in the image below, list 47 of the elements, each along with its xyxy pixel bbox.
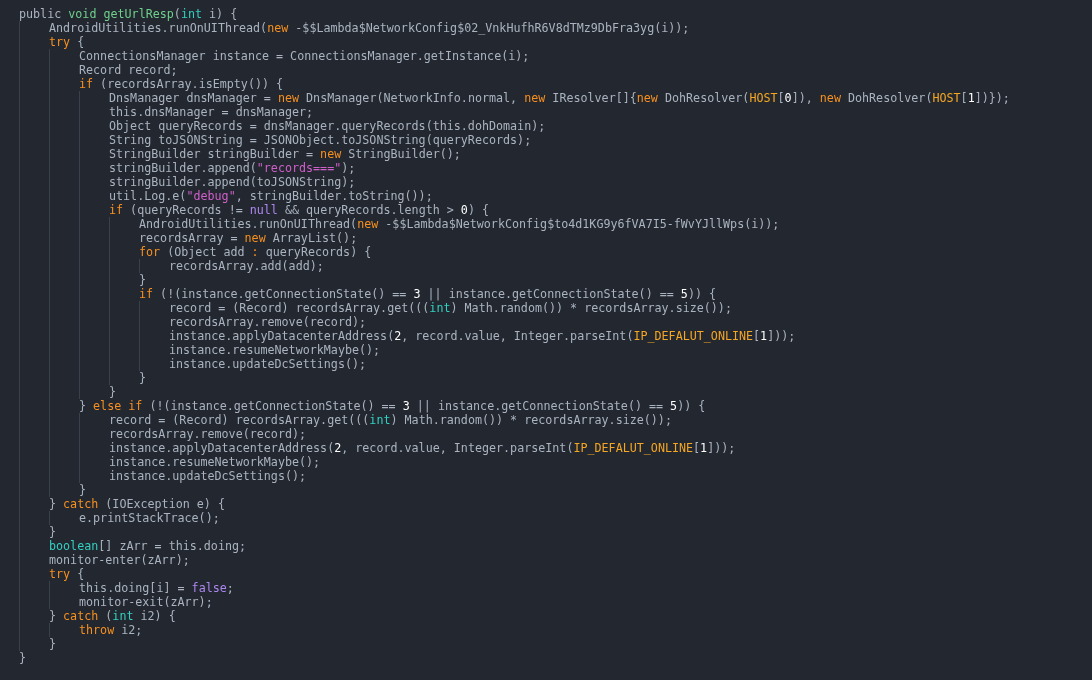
code-line: if (queryRecords != null && queryRecords.length > 0) { (109, 203, 490, 217)
code-line: } (139, 371, 147, 385)
code-line: AndroidUtilities.runOnUIThread(new -$$Lambda$NetworkConfig$to4d1KG9y6fVA7I5-fWvYJllWps(i)); (139, 217, 780, 231)
code-line: StringBuilder stringBuilder = new StringBuilder(); (109, 147, 461, 161)
code-line: stringBuilder.append("records==="); (109, 161, 356, 175)
code-line: } (49, 637, 57, 651)
code-line: this.doing[i] = false; (79, 581, 234, 595)
code-line: recordsArray.remove(record); (169, 315, 367, 329)
code-line: throw i2; (79, 623, 143, 637)
code-line: } catch (IOException e) { (49, 497, 225, 511)
code-line: stringBuilder.append(toJSONString); (109, 175, 356, 189)
code-line: instance.resumeNetworkMaybe(); (109, 455, 321, 469)
code-line: monitor-exit(zArr); (79, 595, 213, 609)
code-line: try { (49, 567, 85, 581)
code-line: boolean[] zArr = this.doing; (49, 539, 247, 553)
code-line: record = (Record) recordsArray.get(((int) Math.random()) * recordsArray.size()); (109, 413, 672, 427)
code-line: } (139, 273, 147, 287)
code-line: String toJSONString = JSONObject.toJSONString(queryRecords); (109, 133, 532, 147)
code-line: } (19, 651, 27, 665)
code-line: DnsManager dnsManager = new DnsManager(NetworkInfo.normal, new IResolver[]{new DohResolver(HOST[0]), new DohResolver(HOST[1])}); (109, 91, 1010, 105)
code-line: e.printStackTrace(); (79, 511, 220, 525)
code-line: try { (49, 35, 85, 49)
code-line: instance.updateDcSettings(); (169, 357, 367, 371)
code-line: instance.resumeNetworkMaybe(); (169, 343, 381, 357)
code-line: recordsArray = new ArrayList(); (139, 231, 358, 245)
code-line: if (recordsArray.isEmpty()) { (79, 77, 284, 91)
code-line: AndroidUtilities.runOnUIThread(new -$$Lambda$NetworkConfig$02_VnkHufhR6V8dTMz9DbFra3yg(i)); (49, 21, 690, 35)
code-line: Object queryRecords = dnsManager.queryRecords(this.dohDomain); (109, 119, 546, 133)
code-line: } (49, 525, 57, 539)
code-line: instance.updateDcSettings(); (109, 469, 307, 483)
code-line: recordsArray.remove(record); (109, 427, 307, 441)
code-line: monitor-enter(zArr); (49, 553, 190, 567)
code-line: for (Object add : queryRecords) { (139, 245, 372, 259)
code-line: Record record; (79, 63, 178, 77)
code-line: ConnectionsManager instance = ConnectionsManager.getInstance(i); (79, 49, 530, 63)
code-line: record = (Record) recordsArray.get(((int) Math.random()) * recordsArray.size()); (169, 301, 732, 315)
code-line: } else if (!(instance.getConnectionState() == 3 || instance.getConnectionState() == 5)) { (79, 399, 706, 413)
code-line: } (79, 483, 87, 497)
code-line: if (!(instance.getConnectionState() == 3 || instance.getConnectionState() == 5)) { (139, 287, 717, 301)
code-line: instance.applyDatacenterAddress(2, record.value, Integer.parseInt(IP_DEFALUT_ONLINE[1])); (109, 441, 736, 455)
code-line: recordsArray.add(add); (169, 259, 324, 273)
code-line: } (109, 385, 117, 399)
code-line: instance.applyDatacenterAddress(2, record.value, Integer.parseInt(IP_DEFALUT_ONLINE[1])); (169, 329, 796, 343)
code-line: util.Log.e("debug", stringBuilder.toString()); (109, 189, 433, 203)
code-line: public void getUrlResp(int i) { (19, 7, 238, 21)
code-line: this.dnsManager = dnsManager; (109, 105, 314, 119)
code-line: } catch (int i2) { (49, 609, 176, 623)
